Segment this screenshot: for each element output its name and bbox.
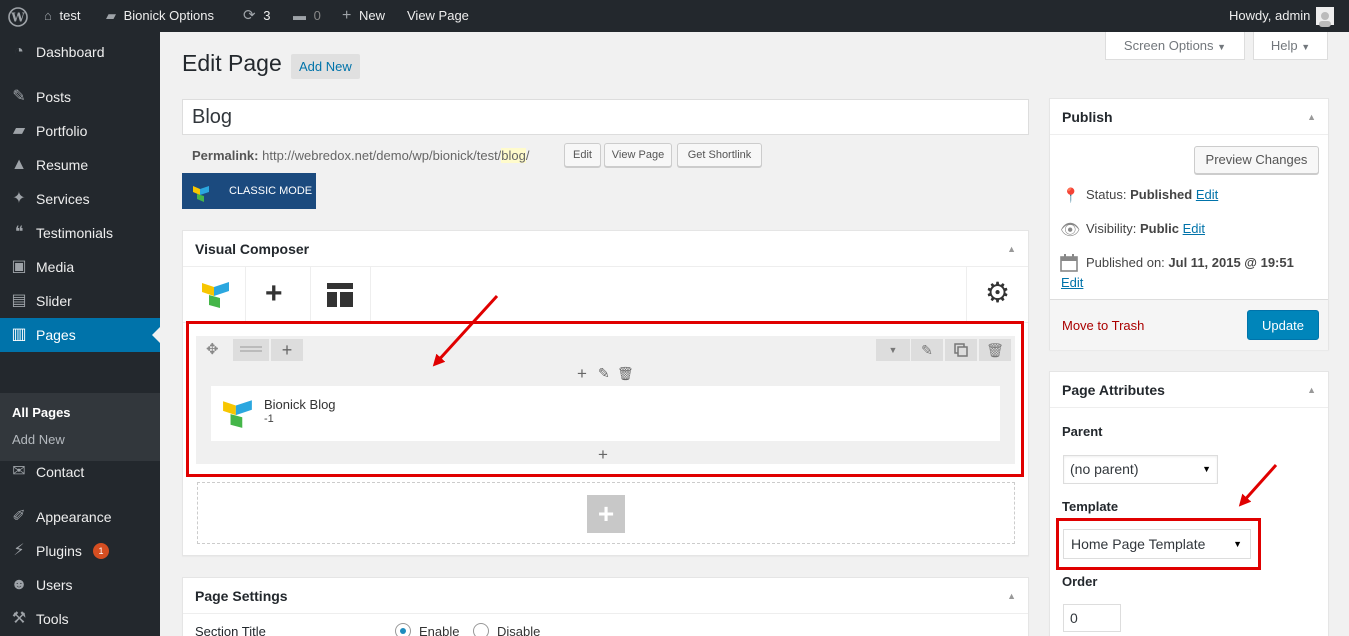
arrow-to-template: [1238, 463, 1278, 507]
annotation-arrows: [432, 294, 1278, 507]
arrow-to-vc-row: [432, 294, 499, 367]
